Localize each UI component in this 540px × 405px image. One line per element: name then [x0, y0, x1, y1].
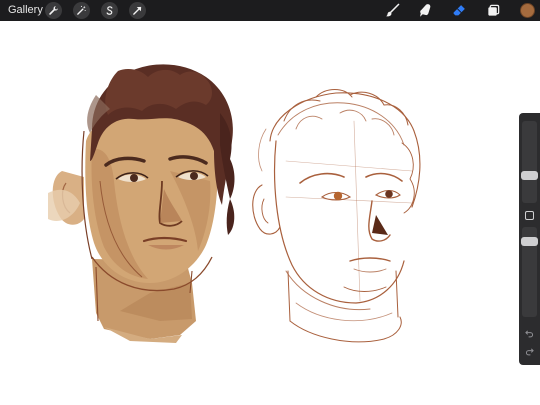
gallery-button[interactable]: Gallery: [8, 3, 43, 18]
selection-s-icon[interactable]: [101, 2, 118, 19]
smudge-icon[interactable]: [417, 2, 434, 19]
opacity-thumb[interactable]: [521, 237, 538, 246]
brush-size-thumb[interactable]: [521, 171, 538, 180]
redo-icon[interactable]: [522, 345, 537, 358]
magic-wand-icon[interactable]: [73, 2, 90, 19]
wrench-icon[interactable]: [45, 2, 62, 19]
modify-button[interactable]: [525, 211, 534, 220]
sketch-eye-fills: [333, 190, 393, 235]
brush-icon[interactable]: [384, 2, 401, 19]
transform-arrow-icon[interactable]: [129, 2, 146, 19]
brush-size-slider[interactable]: [521, 121, 538, 203]
painted-head: [48, 64, 235, 343]
top-toolbar: Gallery: [0, 0, 540, 21]
layers-icon[interactable]: [485, 2, 502, 19]
procreate-app: Gallery: [0, 0, 540, 405]
artwork: [48, 64, 421, 343]
sketched-head: [252, 89, 421, 343]
undo-icon[interactable]: [522, 327, 537, 340]
brush-sidebar: [519, 113, 540, 365]
opacity-slider[interactable]: [521, 227, 538, 317]
color-picker-swatch[interactable]: [520, 3, 535, 18]
drawing-canvas[interactable]: [0, 21, 540, 405]
eraser-icon[interactable]: [451, 2, 468, 19]
